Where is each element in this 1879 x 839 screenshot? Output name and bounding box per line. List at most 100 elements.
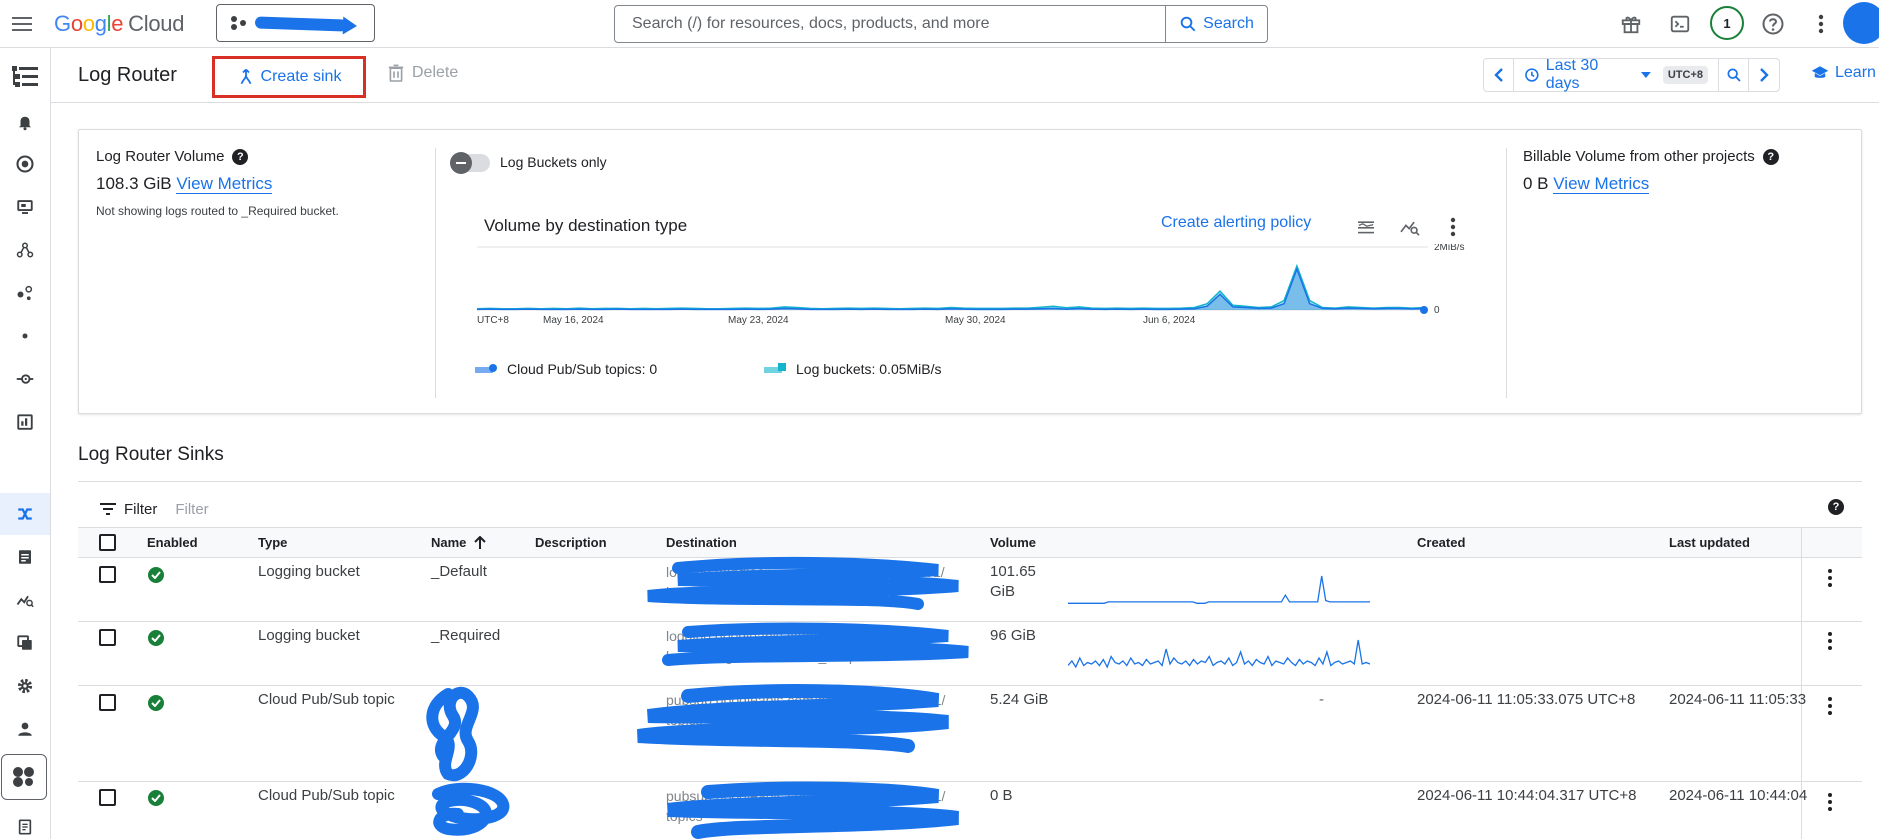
filter-input[interactable] (175, 500, 476, 518)
row-checkbox[interactable] (99, 694, 116, 711)
avatar[interactable] (1843, 2, 1879, 44)
type-cell: Logging bucket (258, 563, 360, 580)
table-row[interactable]: Logging bucket _Default logging.googleap… (78, 556, 1862, 622)
delete-button[interactable]: Delete (388, 64, 458, 82)
table-row[interactable]: Logging bucket _Required logging.googlea… (78, 622, 1862, 686)
row-checkbox[interactable] (99, 629, 116, 646)
filter-label: Filter (124, 500, 158, 518)
person-icon[interactable] (0, 711, 50, 747)
column-header-description[interactable]: Description (535, 535, 607, 550)
legend-swatch-pubsub (475, 364, 497, 373)
metrics-icon[interactable] (0, 582, 50, 618)
series-end-marker (1420, 306, 1428, 314)
row-actions-icon[interactable] (1820, 564, 1840, 592)
column-header-volume[interactable]: Volume (990, 535, 1036, 550)
gear-icon[interactable] (0, 668, 50, 704)
select-all-checkbox[interactable] (99, 534, 116, 551)
redaction-scribble (426, 686, 479, 782)
chevron-left-icon[interactable] (1484, 59, 1514, 91)
volume-card: Log Router Volume ? 108.3 GiB View Metri… (78, 129, 1862, 414)
dot-icon[interactable] (0, 318, 50, 354)
y-tick-max: 2MiB/s (1434, 244, 1465, 253)
legend-toggle-icon[interactable] (1353, 214, 1379, 240)
explore-metrics-icon[interactable] (1397, 214, 1423, 240)
project-picker[interactable] (216, 4, 375, 42)
notification-badge[interactable]: 1 (1710, 6, 1744, 40)
school-icon (1811, 66, 1829, 78)
ops-icon[interactable] (0, 146, 50, 182)
google-cloud-logo[interactable]: Google Cloud (54, 11, 184, 37)
column-header-last-updated[interactable]: Last updated (1669, 535, 1750, 550)
time-range-select[interactable]: Last 30 days UTC+8 (1514, 57, 1719, 92)
redaction-scribble (432, 782, 510, 836)
chart-more-icon[interactable] (1440, 214, 1466, 240)
bell-icon[interactable] (0, 104, 50, 140)
search-input[interactable] (615, 6, 1165, 42)
notes-icon[interactable] (0, 809, 50, 839)
log-buckets-only-toggle[interactable] (450, 152, 490, 174)
time-range-control: Last 30 days UTC+8 (1483, 57, 1780, 92)
hex-icon[interactable] (1, 754, 47, 800)
dashboard-icon[interactable] (0, 404, 50, 440)
graph-icon[interactable] (0, 275, 50, 311)
chevron-right-icon[interactable] (1749, 59, 1779, 91)
help-icon[interactable]: ? (1828, 499, 1844, 515)
check-circle-icon (148, 790, 164, 806)
table-row[interactable]: Cloud Pub/Sub topic pubsub.googleapis.co… (78, 781, 1862, 839)
create-alerting-policy-link[interactable]: Create alerting policy (1161, 214, 1311, 232)
column-header-enabled[interactable]: Enabled (147, 535, 198, 550)
created-cell: 2024-06-11 11:05:33.075 UTC+8 (1417, 691, 1636, 708)
view-metrics-link[interactable]: View Metrics (176, 174, 273, 194)
router-icon[interactable] (0, 361, 50, 397)
sinks-divider (78, 481, 1862, 482)
legend-log-buckets[interactable]: Log buckets: 0.05MiB/s (764, 361, 942, 377)
column-header-name[interactable]: Name (431, 535, 487, 550)
row-checkbox[interactable] (99, 789, 116, 806)
doc-icon[interactable] (0, 539, 50, 575)
fork-icon (240, 68, 251, 85)
help-icon[interactable]: ? (232, 148, 249, 165)
sparkline-path (1068, 639, 1370, 669)
copy-icon[interactable] (0, 625, 50, 661)
monitor-icon[interactable] (0, 189, 50, 225)
view-metrics-link[interactable]: View Metrics (1553, 174, 1650, 194)
redaction-scribble (647, 556, 959, 610)
table-row[interactable]: Cloud Pub/Sub topic pubsub.googleapis.co… (78, 684, 1862, 782)
create-sink-button[interactable]: Create sink (212, 56, 366, 98)
search-button[interactable]: Search (1165, 6, 1267, 42)
terminal-icon[interactable] (1666, 10, 1694, 38)
zoom-icon[interactable] (1719, 59, 1749, 91)
gift-icon[interactable] (1617, 10, 1645, 38)
learn-label: Learn (1835, 64, 1876, 81)
shuffle-icon[interactable] (0, 493, 50, 535)
help-icon[interactable]: ? (1762, 148, 1779, 165)
x-tick-label: May 30, 2024 (945, 315, 1006, 326)
row-actions-icon[interactable] (1820, 788, 1840, 816)
name-cell[interactable]: _Required (431, 626, 500, 646)
name-cell[interactable]: _Default (431, 562, 487, 582)
menu-icon[interactable] (8, 10, 36, 38)
nodes-icon[interactable] (0, 232, 50, 268)
filter-bar: Filter ? (78, 490, 1862, 528)
legend-swatch-log-buckets (764, 363, 786, 373)
row-actions-icon[interactable] (1820, 627, 1840, 655)
check-circle-icon (148, 630, 164, 646)
column-header-type[interactable]: Type (258, 535, 287, 550)
type-cell: Cloud Pub/Sub topic (258, 787, 395, 804)
legend-pubsub[interactable]: Cloud Pub/Sub topics: 0 (475, 361, 657, 377)
more-vert-icon[interactable] (1807, 10, 1835, 38)
filter-button[interactable]: Filter (78, 501, 157, 518)
learn-button[interactable]: Learn (1811, 64, 1876, 82)
top-bar: GoogleCloud Search 1 (0, 0, 1879, 48)
column-header-destination[interactable]: Destination (666, 535, 737, 550)
timezone-chip: UTC+8 (1662, 66, 1708, 84)
type-cell: Cloud Pub/Sub topic (258, 691, 395, 708)
sparkline-path (1068, 575, 1370, 604)
row-actions-icon[interactable] (1820, 692, 1840, 720)
help-icon[interactable] (1759, 10, 1787, 38)
search-bar: Search (614, 5, 1268, 43)
logging-icon[interactable] (0, 58, 50, 98)
column-header-created[interactable]: Created (1417, 535, 1465, 550)
clock-icon (1525, 68, 1539, 82)
row-checkbox[interactable] (99, 566, 116, 583)
